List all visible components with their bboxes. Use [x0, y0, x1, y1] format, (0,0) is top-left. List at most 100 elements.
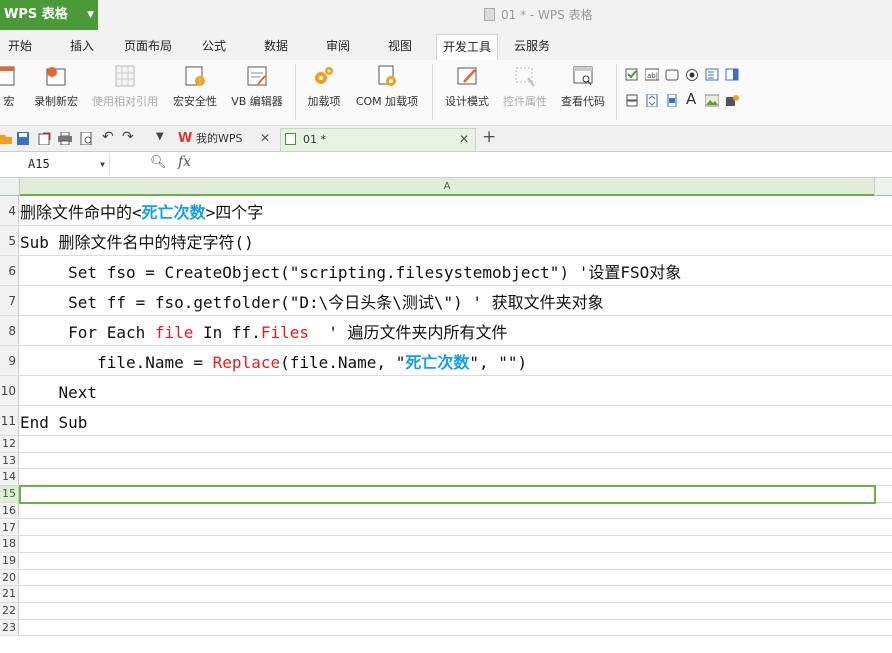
- spinner-control-icon[interactable]: [645, 94, 659, 107]
- cell-a20[interactable]: [20, 570, 875, 586]
- cell-a5[interactable]: Sub 删除文件名中的特定字符(): [20, 226, 875, 255]
- row-header[interactable]: 10: [0, 376, 19, 405]
- row-header[interactable]: 15: [0, 486, 19, 502]
- table-row: 20: [0, 569, 892, 587]
- table-row: 22: [0, 603, 892, 620]
- row-header[interactable]: 11: [0, 406, 19, 435]
- cell-a17[interactable]: [20, 520, 875, 536]
- cell-a19[interactable]: [20, 553, 875, 569]
- print-icon[interactable]: [58, 132, 72, 145]
- checkbox-control-icon[interactable]: [625, 68, 639, 81]
- chevron-down-icon[interactable]: ▼: [100, 154, 105, 175]
- macro-button[interactable]: 宏: [0, 64, 18, 109]
- label-control-icon[interactable]: A: [686, 90, 700, 108]
- cell-text: Sub 删除文件名中的特定字符(): [20, 233, 254, 252]
- close-icon[interactable]: ✕: [260, 128, 270, 149]
- tab-insert[interactable]: 插入: [70, 32, 94, 60]
- radio-control-icon[interactable]: [685, 68, 699, 81]
- name-box-value: A15: [28, 157, 50, 171]
- textbox-control-icon[interactable]: ab|: [645, 68, 659, 81]
- combobox-control-icon[interactable]: [725, 68, 739, 81]
- export-icon[interactable]: [37, 132, 51, 145]
- row-header[interactable]: 23: [0, 619, 19, 636]
- record-macro-button[interactable]: 录制新宏: [30, 64, 82, 109]
- cell-a22[interactable]: [20, 603, 875, 619]
- close-icon[interactable]: ✕: [459, 129, 469, 150]
- row-header[interactable]: 6: [0, 256, 19, 285]
- tab-review[interactable]: 审阅: [326, 32, 350, 60]
- row-header[interactable]: 18: [0, 536, 19, 552]
- control-props-icon: [515, 67, 535, 87]
- row-header[interactable]: 9: [0, 346, 19, 375]
- tab-page-layout[interactable]: 页面布局: [124, 32, 172, 60]
- cell-a18[interactable]: [20, 536, 875, 552]
- document-icon: [484, 8, 495, 21]
- tab-cloud[interactable]: 云服务: [514, 32, 550, 60]
- customize-dropdown-icon[interactable]: ▼: [156, 131, 170, 144]
- scrollbar-control-icon[interactable]: [665, 94, 679, 107]
- row-header[interactable]: 7: [0, 286, 19, 315]
- design-mode-button[interactable]: 设计模式: [442, 64, 492, 109]
- macro-label: 宏: [3, 95, 15, 108]
- view-code-button[interactable]: 查看代码: [556, 64, 610, 109]
- control-props-button[interactable]: 控件属性: [500, 64, 550, 109]
- row-header[interactable]: 8: [0, 316, 19, 345]
- image-control-icon[interactable]: [705, 94, 719, 107]
- macro-security-button[interactable]: ! 宏安全性: [170, 64, 220, 109]
- window-title: 01 * - WPS 表格: [484, 6, 593, 23]
- table-row: 23: [0, 619, 892, 637]
- undo-icon[interactable]: ↶: [102, 129, 116, 145]
- cell-a12[interactable]: [20, 436, 875, 452]
- row-header[interactable]: 19: [0, 552, 19, 569]
- print-preview-icon[interactable]: [80, 132, 94, 145]
- frame-control-icon[interactable]: [665, 68, 679, 81]
- tab-developer[interactable]: 开发工具: [436, 34, 499, 60]
- insert-function-icon[interactable]: fx: [178, 154, 191, 170]
- new-tab-icon[interactable]: +: [482, 127, 496, 147]
- cell-a14[interactable]: [20, 469, 875, 485]
- row-header[interactable]: 20: [0, 569, 19, 586]
- cell-a4[interactable]: 删除文件命中的<死亡次数>四个字: [20, 196, 875, 225]
- cell-a23[interactable]: [20, 620, 875, 636]
- relative-ref-button[interactable]: 使用相对引用: [88, 64, 162, 109]
- cell-a11[interactable]: End Sub: [20, 406, 875, 435]
- save-icon[interactable]: [16, 132, 30, 145]
- tab-view[interactable]: 视图: [388, 32, 412, 60]
- tab-home[interactable]: 开始: [8, 32, 32, 60]
- cell-a8[interactable]: For Each file In ff.Files ' 遍历文件夹内所有文件: [20, 316, 875, 345]
- cell-a16[interactable]: [20, 503, 875, 519]
- row-header[interactable]: 21: [0, 586, 19, 602]
- tab-document[interactable]: 01 * ✕: [280, 128, 476, 151]
- tab-my-wps[interactable]: W 我的WPS ✕: [172, 128, 276, 151]
- com-addins-button[interactable]: COM 加载项: [350, 64, 424, 109]
- row-header[interactable]: 17: [0, 519, 19, 536]
- cell-a15[interactable]: [20, 486, 875, 502]
- row-header[interactable]: 12: [0, 436, 19, 452]
- addins-button[interactable]: 加载项: [304, 64, 344, 109]
- app-menu-button[interactable]: WPS 表格 ▼: [0, 0, 98, 30]
- cell-a13[interactable]: [20, 453, 875, 469]
- redo-icon[interactable]: ↷: [122, 129, 136, 145]
- listbox-control-icon[interactable]: [705, 68, 719, 81]
- more-controls-icon[interactable]: [725, 94, 739, 107]
- open-folder-icon[interactable]: [0, 132, 14, 145]
- row-header[interactable]: 14: [0, 469, 19, 486]
- row-header[interactable]: 4: [0, 196, 19, 225]
- cell-a6[interactable]: Set fso = CreateObject("scripting.filesy…: [20, 256, 875, 285]
- vb-editor-button[interactable]: VB 编辑器: [228, 64, 286, 109]
- toggle-control-icon[interactable]: [625, 94, 639, 107]
- zoom-search-icon[interactable]: 🔍︎: [150, 155, 167, 170]
- cell-a9[interactable]: file.Name = Replace(file.Name, "死亡次数", "…: [20, 346, 875, 375]
- row-header[interactable]: 16: [0, 502, 19, 519]
- row-header[interactable]: 22: [0, 603, 19, 619]
- row-header[interactable]: 5: [0, 226, 19, 255]
- column-header-a[interactable]: A: [19, 178, 875, 196]
- cell-a21[interactable]: [20, 586, 875, 602]
- row-header[interactable]: 13: [0, 452, 19, 469]
- name-box[interactable]: A15 ▼: [0, 154, 110, 175]
- table-row: 4 删除文件命中的<死亡次数>四个字: [0, 196, 892, 226]
- tab-formulas[interactable]: 公式: [202, 32, 226, 60]
- tab-data[interactable]: 数据: [264, 32, 288, 60]
- cell-a10[interactable]: Next: [20, 376, 875, 405]
- cell-a7[interactable]: Set ff = fso.getfolder("D:\今日头条\测试\") ' …: [20, 286, 875, 315]
